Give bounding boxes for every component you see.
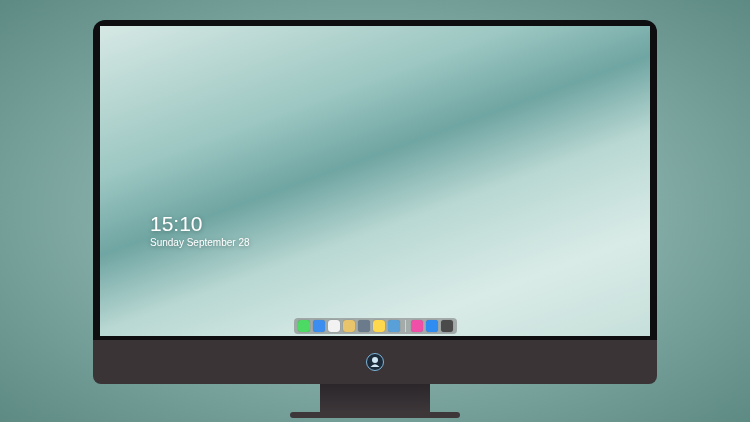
date: Sunday September 28: [150, 236, 650, 250]
clock: 15:10: [150, 212, 650, 236]
dock-separator: [405, 320, 406, 332]
lock-screen-info: 15:10Sunday September 28: [100, 26, 650, 250]
dock-app-icon[interactable]: [411, 320, 423, 332]
dock-app-icon[interactable]: [388, 320, 400, 332]
dock-app-icon[interactable]: [441, 320, 453, 332]
dock-app-icon[interactable]: [426, 320, 438, 332]
dock-app-icon[interactable]: [328, 320, 340, 332]
monitor-stand-base: [290, 412, 460, 418]
screen: 15:10Sunday September 28: [100, 26, 650, 336]
dock-app-icon[interactable]: [313, 320, 325, 332]
monitor-stand-neck: [320, 384, 430, 412]
dock-app-icon[interactable]: [298, 320, 310, 332]
mockup-page: 15:10Sunday September 28: [0, 0, 750, 422]
dock-app-icon[interactable]: [343, 320, 355, 332]
brand-logo-icon: [366, 353, 384, 371]
dock-app-icon[interactable]: [373, 320, 385, 332]
dock: [294, 318, 457, 334]
monitor-bezel: 15:10Sunday September 28: [93, 20, 657, 340]
monitor-chin: [93, 340, 657, 384]
dock-app-icon[interactable]: [358, 320, 370, 332]
